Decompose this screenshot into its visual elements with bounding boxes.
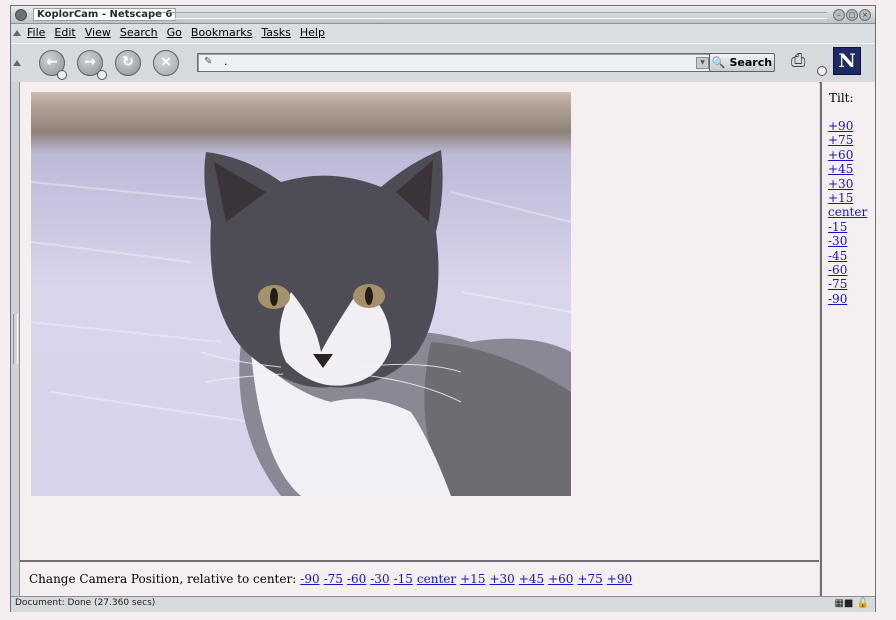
menu-file[interactable]: File xyxy=(27,26,45,39)
menu-bar: File Edit View Search Go Bookmarks Tasks Help xyxy=(11,24,875,42)
tilt-link[interactable]: +60 xyxy=(828,148,853,162)
tilt-item: -75 xyxy=(828,277,867,291)
back-dropdown-icon[interactable] xyxy=(57,70,67,80)
tilt-link[interactable]: +15 xyxy=(828,191,853,205)
window-menu-icon[interactable] xyxy=(15,9,27,21)
tilt-item: +90 xyxy=(828,119,867,133)
reload-button[interactable]: ↻ xyxy=(115,50,141,76)
security-lock-icon[interactable]: ▦■ 🔓 xyxy=(834,598,869,609)
tilt-link[interactable]: -75 xyxy=(828,277,847,291)
tilt-link[interactable]: -45 xyxy=(828,249,847,263)
tilt-item: +60 xyxy=(828,148,867,162)
title-bar[interactable]: KoplorCam - Netscape 6 – □ × xyxy=(11,6,875,24)
tilt-item: -90 xyxy=(828,292,867,306)
tilt-link[interactable]: +30 xyxy=(828,177,853,191)
tilt-links: +90 +75 +60 +45 +30 +15 center -15 -30 -45 -60 -75-… xyxy=(828,119,867,306)
pan-link[interactable]: +15 xyxy=(460,572,485,586)
status-text: Document: Done (27.360 secs) xyxy=(15,598,156,608)
search-button-label: Search xyxy=(729,56,773,69)
menu-edit[interactable]: Edit xyxy=(54,26,75,39)
navigation-toolbar: ← → ↻ × ✎ . ▼ 🔍 Search ⎙ N xyxy=(11,43,875,83)
webcam-image xyxy=(31,92,571,496)
tilt-link[interactable]: +90 xyxy=(828,119,853,133)
pan-link[interactable]: -30 xyxy=(370,572,389,586)
cat-photo xyxy=(31,150,571,496)
pan-controls: Change Camera Position, relative to cent… xyxy=(29,572,632,586)
sidebar-grippy[interactable] xyxy=(13,314,18,364)
pan-links: -90 -75 -60 -30 -15 center +15 +30 +45 +60 +75 +90 xyxy=(296,572,632,586)
tilt-item: -15 xyxy=(828,220,867,234)
pan-label: Change Camera Position, relative to cent… xyxy=(29,572,297,586)
pan-link[interactable]: +75 xyxy=(577,572,602,586)
tilt-item: +45 xyxy=(828,162,867,176)
menu-tasks[interactable]: Tasks xyxy=(261,26,290,39)
tilt-item: +75 xyxy=(828,133,867,147)
pan-frame: Change Camera Position, relative to cent… xyxy=(20,560,819,596)
tilt-link[interactable]: center xyxy=(828,205,867,219)
menubar-collapse-grip[interactable] xyxy=(13,30,21,36)
page-proxy-icon[interactable]: ✎ xyxy=(204,56,212,67)
menu-bookmarks[interactable]: Bookmarks xyxy=(191,26,252,39)
tilt-link[interactable]: -15 xyxy=(828,220,847,234)
menu-view[interactable]: View xyxy=(85,26,111,39)
maximize-icon[interactable]: □ xyxy=(846,9,858,21)
title-bar-decoration xyxy=(161,12,827,19)
camera-frame xyxy=(20,82,819,560)
browser-window: KoplorCam - Netscape 6 – □ × File Edit Vie… xyxy=(10,5,876,612)
tilt-link[interactable]: +75 xyxy=(828,133,853,147)
pan-link[interactable]: +90 xyxy=(607,572,632,586)
menu-search[interactable]: Search xyxy=(120,26,158,39)
pan-link[interactable]: +45 xyxy=(519,572,544,586)
menu-go[interactable]: Go xyxy=(167,26,182,39)
forward-dropdown-icon[interactable] xyxy=(97,70,107,80)
pan-link[interactable]: center xyxy=(417,572,456,586)
tilt-link[interactable]: +45 xyxy=(828,162,853,176)
pan-link[interactable]: -75 xyxy=(324,572,343,586)
minimize-icon[interactable]: – xyxy=(833,9,845,21)
netscape-logo[interactable]: N xyxy=(833,47,861,75)
tilt-label: Tilt: xyxy=(829,91,854,105)
url-input[interactable]: . xyxy=(224,55,228,68)
tilt-item: +30 xyxy=(828,177,867,191)
stop-button[interactable]: × xyxy=(153,50,179,76)
magnifier-icon: 🔍 xyxy=(711,56,726,69)
window-title: KoplorCam - Netscape 6 xyxy=(33,8,177,21)
toolbar-collapse-grip[interactable] xyxy=(13,60,21,66)
tilt-item: -60 xyxy=(828,263,867,277)
pan-link[interactable]: -15 xyxy=(394,572,413,586)
tilt-link[interactable]: -90 xyxy=(828,292,847,306)
tilt-link[interactable]: -30 xyxy=(828,234,847,248)
sidebar-gutter[interactable] xyxy=(11,82,20,596)
search-button[interactable]: 🔍 Search xyxy=(709,53,775,72)
tilt-item: center xyxy=(828,205,867,219)
pan-link[interactable]: -60 xyxy=(347,572,366,586)
print-dropdown-icon[interactable] xyxy=(817,66,827,76)
tilt-item: +15 xyxy=(828,191,867,205)
tilt-item: -45 xyxy=(828,249,867,263)
url-bar[interactable]: ✎ . ▼ xyxy=(197,53,713,72)
pan-link[interactable]: +30 xyxy=(489,572,514,586)
tilt-item: -30 xyxy=(828,234,867,248)
pan-link[interactable]: +60 xyxy=(548,572,573,586)
status-bar: Document: Done (27.360 secs) ▦■ 🔓 xyxy=(11,596,875,612)
print-icon[interactable]: ⎙ xyxy=(791,50,805,71)
url-dropdown-icon[interactable]: ▼ xyxy=(696,57,709,69)
tilt-frame: Tilt: +90 +75 +60 +45 +30 +15 center -15 -30 -45-… xyxy=(820,82,875,596)
pan-link[interactable]: -90 xyxy=(300,572,319,586)
close-icon[interactable]: × xyxy=(859,9,871,21)
menu-items: File Edit View Search Go Bookmarks Tasks Help xyxy=(27,26,325,39)
menu-help[interactable]: Help xyxy=(300,26,325,39)
tilt-link[interactable]: -60 xyxy=(828,263,847,277)
